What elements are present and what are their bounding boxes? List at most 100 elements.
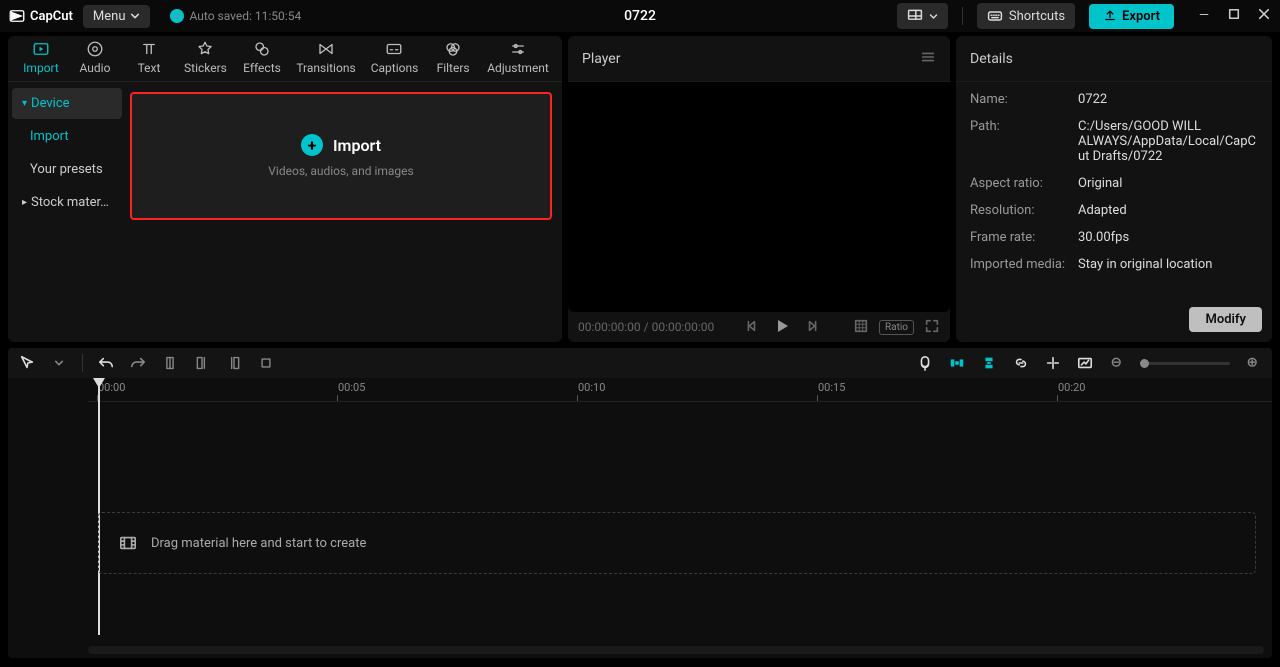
ruler-tick: 00:20 — [1058, 381, 1085, 394]
timeline-scrollbar[interactable] — [88, 646, 1264, 654]
tab-label: Adjustment — [487, 61, 549, 75]
zoom-in-button[interactable] — [1244, 354, 1262, 372]
magnet-main-button[interactable] — [948, 354, 966, 372]
label-name: Name: — [970, 92, 1078, 107]
layout-button[interactable] — [897, 3, 948, 29]
sidebar-item-import[interactable]: Import — [12, 121, 122, 152]
divider — [962, 7, 963, 25]
timeline-section: 00:00 00:05 00:10 00:15 00:20 Drag mater… — [0, 342, 1280, 666]
split-right-tool[interactable] — [225, 354, 243, 372]
zoom-slider[interactable] — [1140, 362, 1230, 365]
ruler-tick: 00:10 — [578, 381, 605, 394]
tab-effects[interactable]: Effects — [237, 36, 287, 81]
player-controls: 00:00:00:00 / 00:00:00:00 Ratio — [568, 312, 950, 342]
captions-icon — [385, 40, 403, 58]
delete-tool[interactable] — [257, 354, 275, 372]
value-aspect: Original — [1078, 176, 1122, 191]
square-icon — [1228, 8, 1240, 20]
caret-down-icon: ▾ — [22, 98, 27, 109]
fullscreen-button[interactable] — [924, 318, 940, 337]
track-dropzone[interactable]: Drag material here and start to create — [98, 512, 1256, 574]
check-icon — [170, 9, 184, 23]
project-title: 0722 — [624, 8, 656, 24]
maximize-button[interactable] — [1226, 8, 1242, 24]
label-framerate: Frame rate: — [970, 230, 1078, 245]
scale-button[interactable] — [853, 318, 869, 337]
zoom-out-button[interactable] — [1108, 354, 1126, 372]
tab-audio[interactable]: Audio — [70, 36, 120, 81]
timeline-tracks[interactable]: Drag material here and start to create — [8, 402, 1272, 646]
split-tool[interactable] — [161, 354, 179, 372]
preview-axis-button[interactable] — [1044, 354, 1062, 372]
undo-button[interactable] — [97, 354, 115, 372]
player-menu-icon[interactable] — [920, 49, 936, 69]
autosave-text: Auto saved: 11:50:54 — [190, 9, 302, 23]
media-panel: Import Audio Text Stickers Effects Trans… — [8, 36, 562, 342]
value-framerate: 30.00fps — [1078, 230, 1129, 245]
cover-button[interactable] — [1076, 354, 1094, 372]
chevron-down-icon — [929, 12, 938, 21]
minimize-button[interactable]: — — [1196, 8, 1212, 24]
drop-hint-text: Drag material here and start to create — [151, 536, 366, 551]
split-left-tool[interactable] — [193, 354, 211, 372]
tab-label: Effects — [243, 61, 281, 75]
sidebar-item-device[interactable]: ▾Device — [12, 88, 122, 119]
tab-label: Import — [23, 61, 59, 75]
media-content: + Import Videos, audios, and images — [126, 82, 562, 342]
tab-label: Stickers — [184, 61, 227, 75]
label-aspect: Aspect ratio: — [970, 176, 1078, 191]
timeline-body: 00:00 00:05 00:10 00:15 00:20 Drag mater… — [8, 378, 1272, 658]
shortcuts-label: Shortcuts — [1009, 9, 1065, 24]
menu-button[interactable]: Menu — [83, 5, 150, 28]
tab-import[interactable]: Import — [16, 36, 66, 81]
tab-transitions[interactable]: Transitions — [291, 36, 361, 81]
player-viewport[interactable] — [568, 82, 950, 312]
filters-icon — [444, 40, 462, 58]
audio-icon — [86, 40, 104, 58]
tab-text[interactable]: Text — [124, 36, 174, 81]
modify-button[interactable]: Modify — [1189, 307, 1262, 332]
close-icon — [1258, 8, 1270, 20]
player-timecode: 00:00:00:00 / 00:00:00:00 — [578, 320, 714, 334]
timeline-ruler[interactable]: 00:00 00:05 00:10 00:15 00:20 — [88, 378, 1272, 402]
next-frame-button[interactable] — [806, 319, 820, 336]
main-row: Import Audio Text Stickers Effects Trans… — [0, 32, 1280, 342]
tab-label: Transitions — [296, 61, 355, 75]
label-imported: Imported media: — [970, 257, 1078, 272]
media-sidebar: ▾Device Import Your presets ▸Stock mater… — [8, 82, 126, 342]
film-icon — [119, 534, 137, 552]
tab-filters[interactable]: Filters — [428, 36, 478, 81]
tab-captions[interactable]: Captions — [365, 36, 424, 81]
play-button[interactable] — [774, 318, 790, 337]
label-path: Path: — [970, 119, 1078, 164]
close-button[interactable] — [1256, 8, 1272, 24]
pointer-tool[interactable] — [18, 354, 36, 372]
details-header: Details — [956, 36, 1272, 82]
ruler-tick: 00:05 — [338, 381, 365, 394]
export-icon — [1103, 9, 1117, 23]
magnet-auto-button[interactable] — [980, 354, 998, 372]
export-button[interactable]: Export — [1089, 4, 1174, 29]
keyboard-icon — [987, 8, 1003, 24]
sidebar-item-stock[interactable]: ▸Stock mater… — [12, 187, 122, 218]
import-dropzone[interactable]: + Import Videos, audios, and images — [130, 92, 552, 220]
shortcuts-button[interactable]: Shortcuts — [977, 3, 1075, 29]
tab-stickers[interactable]: Stickers — [178, 36, 233, 81]
prev-frame-button[interactable] — [744, 319, 758, 336]
topbar-right: Shortcuts Export — — [897, 3, 1272, 29]
record-button[interactable] — [916, 354, 934, 372]
redo-button[interactable] — [129, 354, 147, 372]
details-body: Name:0722 Path:C:/Users/GOOD WILL ALWAYS… — [956, 82, 1272, 301]
sidebar-item-presets[interactable]: Your presets — [12, 154, 122, 185]
tab-adjustment[interactable]: Adjustment — [482, 36, 554, 81]
media-tabs: Import Audio Text Stickers Effects Trans… — [8, 36, 562, 82]
value-imported: Stay in original location — [1078, 257, 1212, 272]
timeline-toolbar — [8, 348, 1272, 378]
link-button[interactable] — [1012, 354, 1030, 372]
pointer-dropdown[interactable] — [50, 354, 68, 372]
capcut-logo-icon — [8, 7, 26, 25]
ratio-button[interactable]: Ratio — [879, 320, 914, 335]
value-path: C:/Users/GOOD WILL ALWAYS/AppData/Local/… — [1078, 119, 1258, 164]
autosave-status: Auto saved: 11:50:54 — [170, 9, 302, 23]
player-title: Player — [582, 51, 620, 67]
